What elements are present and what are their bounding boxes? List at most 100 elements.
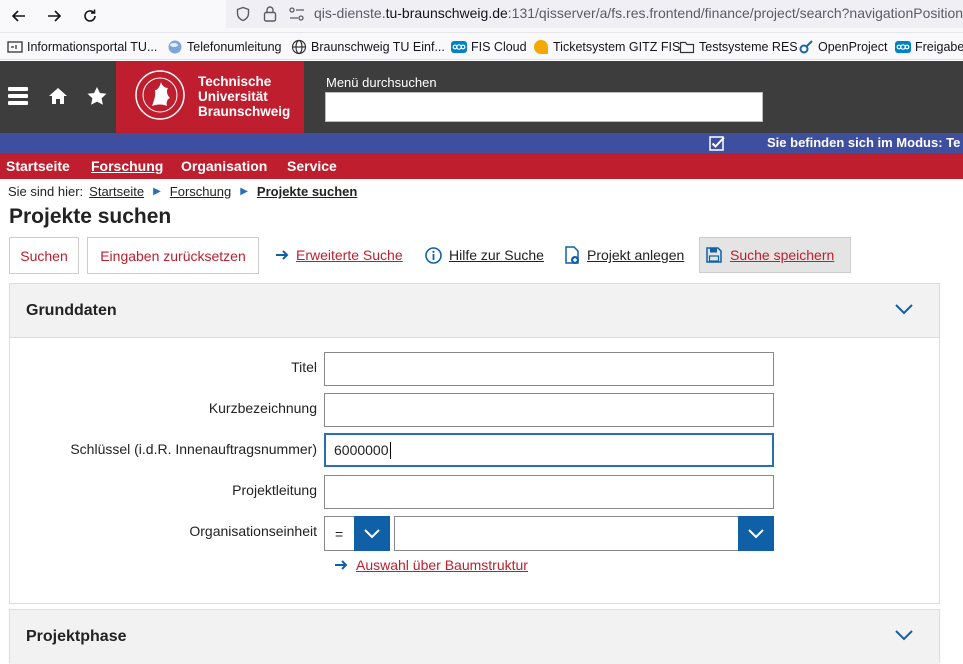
favorites-button[interactable] (86, 86, 108, 106)
grunddaten-header[interactable]: Grunddaten (10, 284, 939, 338)
url-text: qis-dienste.tu-braunschweig.de:131/qisse… (314, 5, 963, 21)
bookmark-label: FIS Cloud (471, 40, 527, 54)
search-help-label: Hilfe zur Suche (449, 247, 544, 263)
arrow-right-icon (276, 250, 289, 260)
info-icon (425, 246, 442, 264)
bookmark-label: Testsysteme RES (699, 40, 798, 54)
nav-item-organisation[interactable]: Organisation (181, 158, 267, 174)
new-document-icon (565, 245, 579, 264)
nav-item-forschung[interactable]: Forschung (91, 158, 163, 174)
organisationseinheit-label: Organisationseinheit (189, 523, 317, 539)
reload-icon (84, 9, 96, 22)
forward-button[interactable] (41, 3, 67, 29)
bookmark-item[interactable]: Ticketsystem GITZ FIS (533, 38, 680, 56)
kurzbezeichnung-label: Kurzbezeichnung (208, 400, 317, 416)
org-operator-dropdown-button[interactable] (354, 516, 390, 551)
star-icon (87, 87, 107, 105)
bookmarks-bar: Informationsportal TU... Telefonumleitun… (0, 33, 963, 60)
bookmark-label: Ticketsystem GITZ FIS (553, 40, 681, 54)
bookmark-item[interactable]: Braunschweig TU Einf... (291, 38, 445, 56)
university-name: Technische Universität Braunschweig (198, 74, 291, 119)
menu-search-input[interactable] (325, 92, 763, 122)
projektphase-panel: Projektphase (9, 609, 940, 664)
bookmark-item[interactable]: Telefonumleitung (167, 38, 282, 56)
globe-icon (291, 39, 307, 55)
bookmark-item[interactable]: Testsysteme RES (679, 38, 798, 56)
bookmark-label: Braunschweig TU Einf... (311, 40, 445, 54)
nextcloud-icon (451, 41, 467, 53)
bookmark-label: Informationsportal TU... (27, 40, 158, 54)
projektphase-header[interactable]: Projektphase (10, 610, 939, 664)
create-project-link[interactable]: Projekt anlegen (564, 244, 684, 266)
shield-icon[interactable] (235, 6, 251, 22)
university-seal-icon (135, 70, 185, 120)
globe-cloud-icon (168, 40, 182, 54)
org-unit-select[interactable] (394, 516, 774, 551)
titel-label: Titel (291, 359, 317, 375)
page-title: Projekte suchen (9, 205, 172, 228)
arrow-right-icon (335, 560, 348, 570)
home-icon (49, 88, 67, 104)
bookmark-item[interactable]: FIS Cloud (451, 38, 527, 56)
kurzbezeichnung-input[interactable] (324, 393, 774, 427)
create-project-label: Projekt anlegen (587, 247, 685, 263)
portal-icon (7, 41, 23, 53)
breadcrumb: Sie sind hier: Startseite ▶ Forschung ▶ … (8, 184, 357, 199)
university-logo[interactable]: Technische Universität Braunschweig (116, 61, 304, 133)
save-search-label: Suche speichern (730, 247, 835, 263)
tree-selection-label: Auswahl über Baumstruktur (356, 557, 528, 573)
save-search-button[interactable]: Suche speichern (699, 237, 851, 273)
home-button[interactable] (48, 87, 68, 105)
main-navigation: Startseite Forschung Organisation Servic… (0, 153, 963, 179)
nav-item-startseite[interactable]: Startseite (6, 158, 70, 174)
nav-item-service[interactable]: Service (287, 158, 337, 174)
advanced-search-label: Erweiterte Suche (296, 247, 403, 263)
titel-input[interactable] (324, 352, 774, 386)
search-button[interactable]: Suchen (9, 237, 79, 274)
text-cursor (389, 441, 391, 459)
bookmark-label: OpenProject (818, 40, 888, 54)
breadcrumb-separator-icon: ▶ (153, 186, 161, 197)
browser-toolbar: qis-dienste.tu-braunschweig.de:131/qisse… (0, 0, 963, 33)
bookmark-label: Telefonumleitung (187, 40, 282, 54)
save-disk-icon (706, 247, 722, 263)
chevron-down-icon (364, 528, 380, 538)
forward-arrow-icon (48, 10, 62, 22)
reset-button[interactable]: Eingaben zurücksetzen (87, 237, 259, 274)
address-bar[interactable]: qis-dienste.tu-braunschweig.de:131/qisse… (226, 0, 963, 28)
folder-icon (679, 41, 695, 54)
advanced-search-link[interactable]: Erweiterte Suche (275, 244, 403, 266)
bookmark-item[interactable]: OpenProject (798, 38, 887, 56)
grunddaten-title: Grunddaten (26, 301, 117, 319)
bookmark-item[interactable]: Freigaben (895, 38, 963, 56)
hamburger-menu-button[interactable] (8, 86, 30, 106)
back-button[interactable] (6, 3, 32, 29)
projektphase-title: Projektphase (26, 628, 127, 645)
menu-search-label: Menü durchsuchen (326, 75, 437, 90)
tree-selection-link[interactable]: Auswahl über Baumstruktur (334, 557, 528, 573)
org-operator-value: = (335, 526, 344, 542)
lock-icon[interactable] (262, 5, 278, 23)
org-unit-dropdown-button[interactable] (738, 516, 774, 551)
chevron-down-icon[interactable] (895, 629, 913, 641)
schluessel-value: 6000000 (334, 442, 389, 458)
hamburger-icon (8, 87, 28, 105)
chevron-down-icon[interactable] (895, 303, 913, 315)
reload-button[interactable] (77, 3, 103, 29)
schluessel-label: Schlüssel (i.d.R. Innenauftragsnummer) (70, 441, 317, 457)
projektleitung-label: Projektleitung (232, 482, 317, 498)
breadcrumb-link-startseite[interactable]: Startseite (89, 184, 144, 199)
org-operator-select[interactable]: = (324, 516, 390, 551)
checkbox-checked-icon (709, 136, 725, 151)
ticket-icon (534, 40, 548, 54)
breadcrumb-link-forschung[interactable]: Forschung (170, 184, 231, 199)
bookmark-item[interactable]: Informationsportal TU... (7, 38, 157, 56)
openproject-icon (799, 40, 813, 54)
breadcrumb-prefix: Sie sind hier: (8, 184, 84, 199)
permissions-icon[interactable] (288, 6, 306, 22)
schluessel-input[interactable]: 6000000 (324, 433, 774, 467)
breadcrumb-current[interactable]: Projekte suchen (257, 184, 357, 199)
search-help-link[interactable]: Hilfe zur Suche (425, 244, 544, 266)
back-arrow-icon (11, 10, 25, 22)
projektleitung-input[interactable] (324, 475, 774, 509)
